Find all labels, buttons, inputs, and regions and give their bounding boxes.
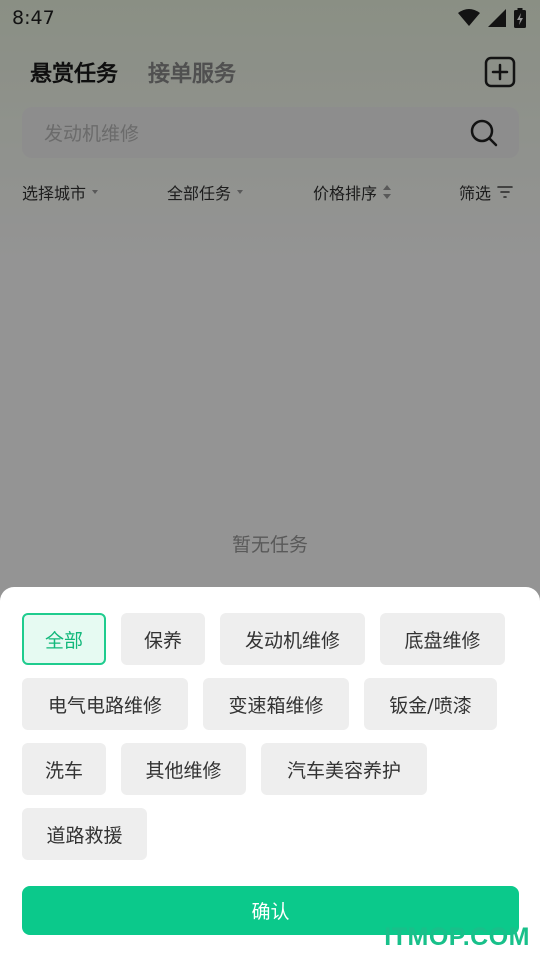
- chip-car-beauty[interactable]: 汽车美容养护: [261, 743, 427, 795]
- chip-road-rescue[interactable]: 道路救援: [22, 808, 147, 860]
- watermark-text: ITMOP.COM: [384, 923, 530, 951]
- chip-car-wash[interactable]: 洗车: [22, 743, 106, 795]
- chip-other-repair[interactable]: 其他维修: [121, 743, 246, 795]
- chip-bodywork-paint[interactable]: 钣金/喷漆: [364, 678, 497, 730]
- chip-maintenance[interactable]: 保养: [121, 613, 205, 665]
- category-bottom-sheet: 全部 保养 发动机维修 底盘维修 电气电路维修 变速箱维修 钣金/喷漆 洗车 其…: [0, 587, 540, 960]
- chip-engine-repair[interactable]: 发动机维修: [220, 613, 365, 665]
- chip-electrical-repair[interactable]: 电气电路维修: [22, 678, 188, 730]
- chip-all[interactable]: 全部: [22, 613, 106, 665]
- chip-gearbox-repair[interactable]: 变速箱维修: [203, 678, 349, 730]
- chip-chassis-repair[interactable]: 底盘维修: [380, 613, 505, 665]
